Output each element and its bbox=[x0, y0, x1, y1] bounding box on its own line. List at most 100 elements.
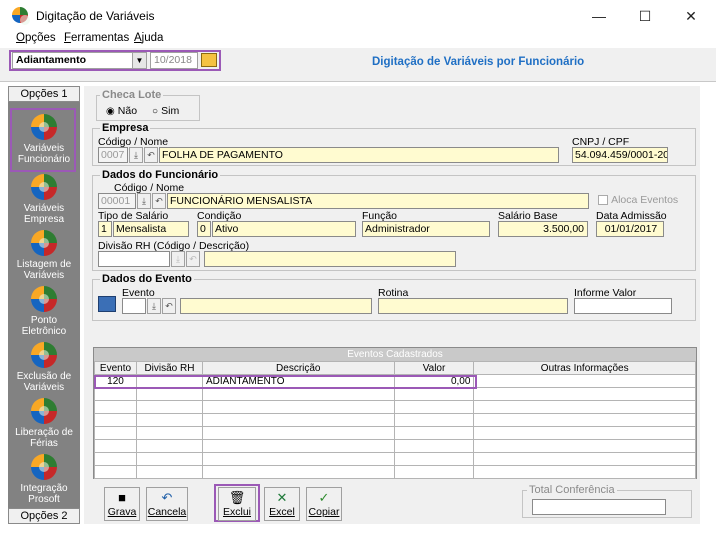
cancela-button[interactable]: ↶ Cancela bbox=[146, 487, 188, 521]
cell bbox=[473, 452, 696, 466]
evento-download-icon[interactable]: ⤓ bbox=[147, 298, 161, 314]
cell bbox=[135, 387, 203, 401]
col-descricao[interactable]: Descrição bbox=[201, 361, 395, 375]
table-row[interactable] bbox=[94, 426, 696, 440]
maximize-button[interactable]: ☐ bbox=[630, 6, 660, 26]
sidebar-item-label: Variáveis Funcionário bbox=[17, 143, 71, 165]
sidebar-item-label: Listagem de Variáveis bbox=[16, 259, 72, 281]
menu-ferramentas[interactable]: Ferramentas bbox=[64, 32, 129, 44]
funcionario-download-icon[interactable]: ⤓ bbox=[137, 193, 151, 209]
sidebar-item-ferias[interactable]: Liberação de Férias bbox=[10, 398, 78, 449]
cell bbox=[94, 452, 137, 466]
window-title: Digitação de Variáveis bbox=[36, 9, 155, 23]
cnpj-input[interactable]: 54.094.459/0001-20 bbox=[572, 147, 668, 163]
excel-button[interactable]: ✕ Excel bbox=[264, 487, 300, 521]
checkbox-icon bbox=[598, 195, 608, 206]
cell bbox=[135, 400, 203, 414]
grava-button[interactable]: ■ Grava bbox=[104, 487, 140, 521]
close-button[interactable]: ✕ bbox=[676, 6, 706, 26]
table-row[interactable] bbox=[94, 387, 696, 401]
listagem-icon bbox=[31, 230, 57, 256]
col-outras[interactable]: Outras Informações bbox=[473, 361, 696, 375]
evento-undo-icon[interactable]: ↶ bbox=[162, 298, 176, 314]
excel-label: Excel bbox=[269, 506, 295, 518]
sidebar-item-exclusao[interactable]: Exclusão de Variáveis bbox=[10, 342, 78, 393]
condicao-code[interactable]: 0 bbox=[197, 221, 211, 237]
condicao-input[interactable]: Ativo bbox=[212, 221, 356, 237]
divisao-undo-icon[interactable]: ↶ bbox=[186, 251, 200, 267]
table-row[interactable] bbox=[94, 439, 696, 453]
cell bbox=[201, 400, 395, 414]
toolbar: Adiantamento ▼ 10/2018 Digitação de Vari… bbox=[0, 48, 716, 82]
table-row[interactable] bbox=[94, 452, 696, 466]
funcionario-name-input[interactable]: FUNCIONÁRIO MENSALISTA bbox=[167, 193, 589, 209]
evento-code-input[interactable] bbox=[122, 298, 146, 314]
sidebar-tab-opcoes-1[interactable]: Opções 1 bbox=[8, 86, 80, 102]
evento-desc-input[interactable] bbox=[180, 298, 372, 314]
sidebar-item-ponto[interactable]: Ponto Eletrônico bbox=[10, 286, 78, 337]
page-title: Digitação de Variáveis por Funcionário bbox=[372, 56, 585, 68]
col-divisao-rh[interactable]: Divisão RH bbox=[135, 361, 203, 375]
radio-unselected-icon: ○ bbox=[152, 106, 159, 117]
menu-bar: Opções Ferramentas Ajuda bbox=[0, 30, 716, 48]
cell bbox=[135, 426, 203, 440]
cell bbox=[393, 413, 475, 427]
period-value: 10/2018 bbox=[154, 54, 192, 66]
empresa-code-input[interactable]: 0007 bbox=[98, 147, 128, 163]
salario-base-input[interactable]: 3.500,00 bbox=[498, 221, 588, 237]
cell bbox=[94, 387, 137, 401]
table-row[interactable] bbox=[94, 413, 696, 427]
save-icon: ■ bbox=[118, 490, 126, 505]
cell bbox=[94, 400, 137, 414]
aloca-eventos-checkbox[interactable]: Aloca Eventos bbox=[598, 194, 678, 206]
cell bbox=[135, 452, 203, 466]
total-title: Total Conferência bbox=[527, 484, 617, 496]
radio-sim[interactable]: ○ Sim bbox=[152, 105, 179, 117]
empresa-name-input[interactable]: FOLHA DE PAGAMENTO bbox=[159, 147, 559, 163]
minimize-button[interactable]: — bbox=[584, 6, 614, 26]
data-admissao-input[interactable]: 01/01/2017 bbox=[596, 221, 664, 237]
rotina-input[interactable] bbox=[378, 298, 568, 314]
menu-ajuda[interactable]: Ajuda bbox=[134, 32, 163, 44]
type-select[interactable]: Adiantamento ▼ bbox=[12, 52, 147, 69]
table-row[interactable] bbox=[94, 465, 696, 479]
cell bbox=[393, 465, 475, 479]
tipo-salario-input[interactable]: Mensalista bbox=[113, 221, 189, 237]
chevron-down-icon[interactable]: ▼ bbox=[132, 53, 146, 68]
funcao-input[interactable]: Administrador bbox=[362, 221, 490, 237]
sidebar-item-listagem[interactable]: Listagem de Variáveis bbox=[10, 230, 78, 281]
cell bbox=[94, 426, 137, 440]
empresa-undo-icon[interactable]: ↶ bbox=[144, 147, 158, 163]
exclui-button[interactable]: 🗑 Exclui bbox=[218, 487, 256, 521]
table-row[interactable] bbox=[94, 400, 696, 414]
trash-icon: 🗑 bbox=[228, 490, 246, 505]
funcionario-undo-icon[interactable]: ↶ bbox=[152, 193, 166, 209]
cell bbox=[473, 426, 696, 440]
col-evento[interactable]: Evento bbox=[94, 361, 137, 375]
total-input[interactable] bbox=[532, 499, 666, 515]
sidebar-tab-opcoes-2[interactable]: Opções 2 bbox=[8, 508, 80, 524]
menu-opcoes[interactable]: Opções bbox=[16, 32, 56, 44]
cell bbox=[393, 426, 475, 440]
radio-nao[interactable]: ◉ Não bbox=[106, 105, 137, 117]
divisao-rh-code[interactable] bbox=[98, 251, 170, 267]
col-valor[interactable]: Valor bbox=[393, 361, 475, 375]
grid-caption: Eventos Cadastrados bbox=[94, 348, 696, 361]
copiar-button[interactable]: ✓ Copiar bbox=[306, 487, 342, 521]
funcionario-code-input[interactable]: 00001 bbox=[98, 193, 136, 209]
sidebar-item-variaveis-empresa[interactable]: Variáveis Empresa bbox=[10, 174, 78, 225]
empresa-download-icon[interactable]: ⤓ bbox=[129, 147, 143, 163]
tipo-salario-code[interactable]: 1 bbox=[98, 221, 112, 237]
ferias-icon bbox=[31, 398, 57, 424]
cell bbox=[393, 439, 475, 453]
sidebar-item-label: Liberação de Férias bbox=[15, 427, 73, 449]
divisao-rh-desc[interactable] bbox=[204, 251, 456, 267]
sidebar-item-variaveis-funcionario[interactable]: Variáveis Funcionário bbox=[10, 114, 78, 165]
sidebar-item-prosoft[interactable]: Integração Prosoft bbox=[10, 454, 78, 505]
calculator-icon[interactable] bbox=[98, 296, 116, 312]
period-input[interactable]: 10/2018 bbox=[150, 52, 198, 69]
informe-valor-input[interactable] bbox=[574, 298, 672, 314]
cell bbox=[473, 387, 696, 401]
folder-icon[interactable] bbox=[201, 53, 217, 67]
divisao-download-icon[interactable]: ⤓ bbox=[171, 251, 185, 267]
